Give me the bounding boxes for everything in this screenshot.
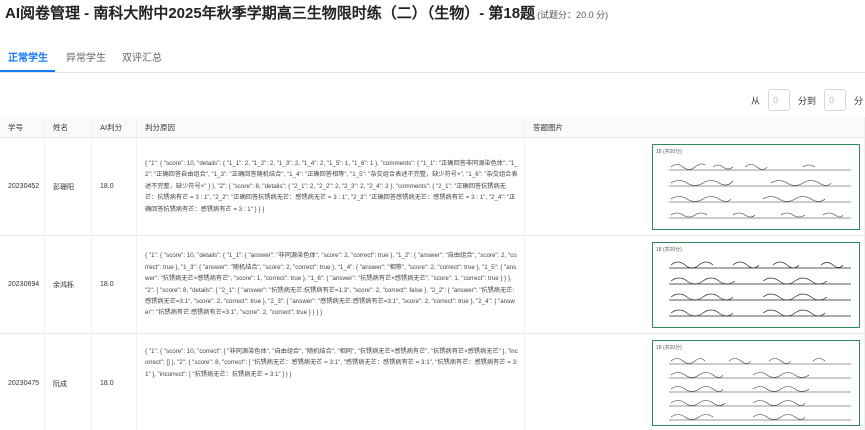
table-row: 20230452 彭珊阳 18.0 { "1": { "score": 10, … xyxy=(0,138,865,236)
tab-abnormal-students[interactable]: 异常学生 xyxy=(54,50,112,70)
answer-image-cell: 18 (共20分) xyxy=(525,138,865,235)
ai-score-cell: 18.0 xyxy=(92,236,137,333)
page-title-text: AI阅卷管理 - 南科大附中2025年秋季学期高三生物限时练（二）（生物）- 第… xyxy=(5,5,536,22)
tab-divider xyxy=(0,72,865,73)
tab-double-review-summary[interactable]: 双评汇总 xyxy=(112,50,168,70)
student-id-cell: 20230475 xyxy=(0,334,45,430)
student-id-cell: 20230694 xyxy=(0,236,45,333)
grading-table: 学号 姓名 AI判分 判分原因 答题图片 20230452 彭珊阳 18.0 {… xyxy=(0,117,865,430)
grading-reason-cell: { "1": { "score": 10, "details": { "1_1"… xyxy=(137,138,525,235)
table-row: 20230475 阮成 18.0 { "1": { "score": 10, "… xyxy=(0,334,865,430)
handwriting-drawing xyxy=(669,358,851,421)
handwriting-drawing xyxy=(669,163,851,218)
grading-reason-cell: { "1": { "score": 10, "correct": [ "非同源染… xyxy=(137,334,525,430)
grading-reason-cell: { "1": { "score": 10, "details": { "1_1"… xyxy=(137,236,525,333)
student-name-cell: 余鸿栎 xyxy=(45,236,92,333)
student-name-cell: 阮成 xyxy=(45,334,92,430)
tab-normal-students[interactable]: 正常学生 xyxy=(0,50,54,70)
max-score-input[interactable] xyxy=(823,89,846,111)
answer-sheet-image[interactable]: 18 (共20分) xyxy=(652,143,860,230)
col-header-student-id: 学号 xyxy=(0,117,45,138)
page-title: AI阅卷管理 - 南科大附中2025年秋季学期高三生物限时练（二）（生物）- 第… xyxy=(5,2,608,26)
col-header-answer-image: 答题图片 xyxy=(525,117,865,138)
answer-image-cell: 18 (共20分) xyxy=(525,236,865,333)
col-header-name: 姓名 xyxy=(45,117,92,138)
table-row: 20230694 余鸿栎 18.0 { "1": { "score": 10, … xyxy=(0,236,865,334)
unit-label: 分 xyxy=(853,95,863,106)
student-id-cell: 20230452 xyxy=(0,138,45,235)
table-header: 学号 姓名 AI判分 判分原因 答题图片 xyxy=(0,117,865,138)
ai-score-cell: 18.0 xyxy=(92,138,137,235)
ai-score-cell: 18.0 xyxy=(92,334,137,430)
handwriting-drawing xyxy=(669,261,851,316)
answer-image-cell: 18 (共20分) xyxy=(525,334,865,430)
tab-bar: 正常学生 异常学生 双评汇总 xyxy=(0,50,168,70)
question-score-note: (试题分：20.0 分) xyxy=(537,10,609,20)
score-range-filter: 从 分到 分 xyxy=(749,89,865,111)
col-header-ai-score: AI判分 xyxy=(92,117,137,138)
answer-sheet-image[interactable]: 18 (共20分) xyxy=(652,241,860,328)
page: AI阅卷管理 - 南科大附中2025年秋季学期高三生物限时练（二）（生物）- 第… xyxy=(0,0,865,430)
student-name-cell: 彭珊阳 xyxy=(45,138,92,235)
col-header-reason: 判分原因 xyxy=(137,117,525,138)
from-label: 从 xyxy=(750,95,760,106)
min-score-input[interactable] xyxy=(767,89,790,111)
answer-sheet-image[interactable]: 18 (共20分) xyxy=(652,340,860,426)
to-label: 分到 xyxy=(797,95,816,106)
